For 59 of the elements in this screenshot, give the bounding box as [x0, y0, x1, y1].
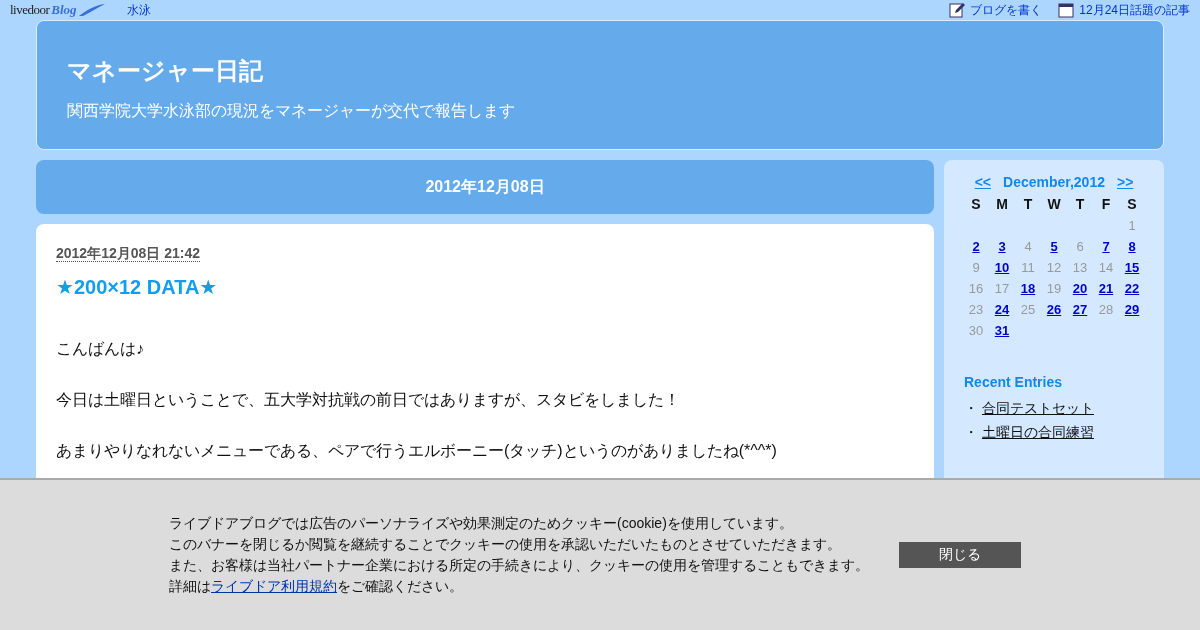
- calendar-day: 25: [1015, 302, 1041, 317]
- calendar-day: 16: [963, 281, 989, 296]
- calendar-day: 23: [963, 302, 989, 317]
- calendar-day: 13: [1067, 260, 1093, 275]
- post-paragraph: あまりやりなれないメニューである、ペアで行うエルボーニー(タッチ)というのがありましたね(*^^*): [56, 441, 778, 461]
- calendar-day-link[interactable]: 26: [1041, 302, 1067, 317]
- calendar-day: 30: [963, 323, 989, 338]
- calendar-day-link[interactable]: 7: [1093, 239, 1119, 254]
- calendar-day: 17: [989, 281, 1015, 296]
- date-heading: 2012年12月08日: [36, 160, 934, 214]
- close-button[interactable]: 閉じる: [899, 542, 1021, 568]
- calendar-month: December,2012: [1003, 174, 1105, 190]
- calendar-day-link[interactable]: 22: [1119, 281, 1145, 296]
- calendar-day: 1: [1119, 218, 1145, 233]
- bullet: ・: [964, 400, 978, 418]
- calendar-day-link[interactable]: 3: [989, 239, 1015, 254]
- terms-link[interactable]: ライブドア利用規約: [211, 578, 337, 594]
- post-timestamp: 2012年12月08日 21:42: [56, 245, 200, 262]
- calendar-day: 9: [963, 260, 989, 275]
- cookie-notice: ライブドアブログでは広告のパーソナライズや効果測定のためクッキー(cookie)を使用しています。 このバナーを閉じるか閲覧を継続することでクッキーの使用を承認いただいたものとさせていただきます。 また、お客様は当社パートナー企業における所定の手続きにより、クッキーの使用を管理することもできます。 詳細はライブドア利用規約をご確認ください。: [169, 514, 869, 596]
- calendar-day-link[interactable]: 10: [989, 260, 1015, 275]
- calendar-day: 12: [1041, 260, 1067, 275]
- post-paragraph: こんばんは♪: [56, 339, 145, 359]
- livedoor-blog-logo[interactable]: livedoorBlog: [10, 2, 105, 18]
- calendar-day-link[interactable]: 27: [1067, 302, 1093, 317]
- pencil-icon: [949, 2, 966, 18]
- calendar-icon: [1058, 2, 1075, 18]
- weekday-label: W: [1046, 196, 1062, 212]
- calendar-day: 14: [1093, 260, 1119, 275]
- recent-entries-heading: Recent Entries: [964, 374, 1064, 390]
- calendar-day: 11: [1015, 260, 1041, 275]
- weekday-label: M: [995, 196, 1009, 212]
- write-blog-link[interactable]: ブログを書く: [970, 1, 1043, 19]
- calendar-day-link[interactable]: 20: [1067, 281, 1093, 296]
- post-paragraph: 今日は土曜日ということで、五大学対抗戦の前日ではありますが、スタビをしました！: [56, 390, 681, 410]
- calendar-day-link[interactable]: 15: [1119, 260, 1145, 275]
- category-link[interactable]: 水泳: [126, 1, 151, 19]
- calendar-day-link[interactable]: 18: [1015, 281, 1041, 296]
- recent-entry-link[interactable]: 合同テストセット: [982, 400, 1094, 418]
- weekday-label: T: [1022, 196, 1034, 212]
- weekday-label: S: [1126, 196, 1138, 212]
- blog-description: 関西学院大学水泳部の現況をマネージャーが交代で報告します: [67, 101, 516, 121]
- calendar-day-link[interactable]: 29: [1119, 302, 1145, 317]
- calendar-day-link[interactable]: 5: [1041, 239, 1067, 254]
- calendar-day-link[interactable]: 2: [963, 239, 989, 254]
- calendar-day: 4: [1015, 239, 1041, 254]
- bullet: ・: [964, 424, 978, 442]
- calendar-day-link[interactable]: 24: [989, 302, 1015, 317]
- calendar-day-link[interactable]: 21: [1093, 281, 1119, 296]
- calendar-day: 28: [1093, 302, 1119, 317]
- weekday-label: S: [970, 196, 982, 212]
- weekday-label: F: [1100, 196, 1112, 212]
- calendar-day-link[interactable]: 31: [989, 323, 1015, 338]
- topic-articles-link[interactable]: 12月24日話題の記事: [1079, 1, 1190, 19]
- calendar-day-link[interactable]: 8: [1119, 239, 1145, 254]
- recent-entry-link[interactable]: 土曜日の合同練習: [982, 424, 1094, 442]
- calendar-day: 6: [1067, 239, 1093, 254]
- calendar-day: 19: [1041, 281, 1067, 296]
- weekday-label: T: [1074, 196, 1086, 212]
